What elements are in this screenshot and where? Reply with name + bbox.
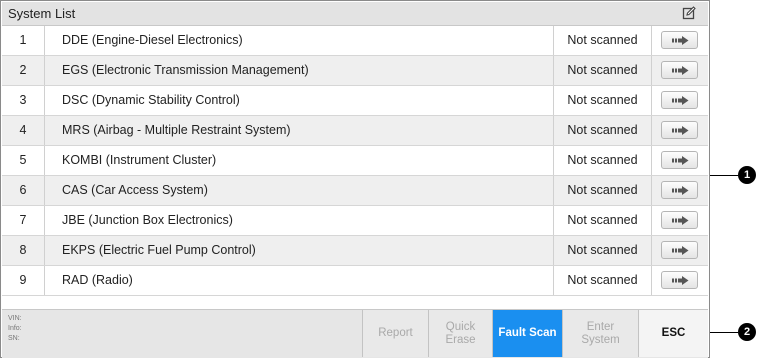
list-title: System List <box>8 6 76 21</box>
arrow-right-icon <box>672 66 689 75</box>
esc-button[interactable]: ESC <box>638 310 708 357</box>
table-row[interactable]: 7 JBE (Junction Box Electronics) Not scann… <box>2 206 708 236</box>
enter-system-label-2: System <box>581 333 620 346</box>
row-number: 4 <box>2 116 45 145</box>
row-action-cell <box>652 26 708 55</box>
table-row[interactable]: 3 DSC (Dynamic Stability Control) Not scan… <box>2 86 708 116</box>
table-row[interactable]: 4 MRS (Airbag - Multiple Restraint System… <box>2 116 708 146</box>
system-name: EKPS (Electric Fuel Pump Control) <box>44 236 554 265</box>
report-button[interactable]: Report <box>362 310 428 357</box>
scan-status: Not scanned <box>554 26 652 55</box>
row-action-cell <box>652 146 708 175</box>
vehicle-info: VIN: Info: SN: <box>8 314 22 344</box>
system-name: CAS (Car Access System) <box>44 176 554 205</box>
enter-system-arrow-button[interactable] <box>661 121 698 139</box>
system-table: 1 DDE (Engine-Diesel Electronics) Not scan… <box>2 26 708 296</box>
system-list-panel: System List 1 DDE (Engine-Diesel Electron… <box>0 0 710 358</box>
footer-buttons: Report Quick Erase Fault Scan Enter Syst… <box>362 310 708 357</box>
enter-system-arrow-button[interactable] <box>661 91 698 109</box>
scan-status: Not scanned <box>554 86 652 115</box>
info-label: Info: <box>8 325 22 332</box>
scan-status: Not scanned <box>554 266 652 295</box>
quick-erase-button[interactable]: Quick Erase <box>428 310 492 357</box>
row-number: 9 <box>2 266 45 295</box>
row-number: 8 <box>2 236 45 265</box>
enter-system-arrow-button[interactable] <box>661 181 698 199</box>
table-row[interactable]: 8 EKPS (Electric Fuel Pump Control) Not sc… <box>2 236 708 266</box>
quick-erase-label-1: Quick <box>445 320 476 333</box>
system-name: EGS (Electronic Transmission Management) <box>44 56 554 85</box>
arrow-right-icon <box>672 156 689 165</box>
scan-status: Not scanned <box>554 56 652 85</box>
report-button-label: Report <box>378 327 413 339</box>
row-action-cell <box>652 206 708 235</box>
system-name: DDE (Engine-Diesel Electronics) <box>44 26 554 55</box>
sn-label: SN: <box>8 335 20 342</box>
list-header: System List <box>2 2 708 26</box>
scan-status: Not scanned <box>554 146 652 175</box>
callout-line-2 <box>710 332 738 333</box>
arrow-right-icon <box>672 276 689 285</box>
arrow-right-icon <box>672 36 689 45</box>
row-action-cell <box>652 56 708 85</box>
row-number: 5 <box>2 146 45 175</box>
quick-erase-label-2: Erase <box>445 333 476 346</box>
enter-system-label-1: Enter <box>586 320 615 333</box>
row-number: 7 <box>2 206 45 235</box>
row-number: 1 <box>2 26 45 55</box>
arrow-right-icon <box>672 246 689 255</box>
table-row[interactable]: 2 EGS (Electronic Transmission Management… <box>2 56 708 86</box>
row-action-cell <box>652 116 708 145</box>
scan-status: Not scanned <box>554 116 652 145</box>
arrow-right-icon <box>672 126 689 135</box>
enter-system-arrow-button[interactable] <box>661 241 698 259</box>
enter-system-arrow-button[interactable] <box>661 271 698 289</box>
scan-status: Not scanned <box>554 206 652 235</box>
row-action-cell <box>652 176 708 205</box>
system-name: KOMBI (Instrument Cluster) <box>44 146 554 175</box>
row-action-cell <box>652 86 708 115</box>
row-action-cell <box>652 236 708 265</box>
scan-status: Not scanned <box>554 176 652 205</box>
arrow-right-icon <box>672 216 689 225</box>
table-row[interactable]: 9 RAD (Radio) Not scanned <box>2 266 708 296</box>
vin-label: VIN: <box>8 315 22 322</box>
enter-system-arrow-button[interactable] <box>661 211 698 229</box>
arrow-right-icon <box>672 96 689 105</box>
row-number: 6 <box>2 176 45 205</box>
callout-badge-2: 2 <box>738 323 756 341</box>
callout-badge-1: 1 <box>738 166 756 184</box>
enter-system-arrow-button[interactable] <box>661 61 698 79</box>
scan-status: Not scanned <box>554 236 652 265</box>
table-row[interactable]: 6 CAS (Car Access System) Not scanned <box>2 176 708 206</box>
system-name: JBE (Junction Box Electronics) <box>44 206 554 235</box>
edit-icon[interactable] <box>682 6 696 20</box>
fault-scan-label: Fault Scan <box>498 327 557 339</box>
row-action-cell <box>652 266 708 295</box>
footer-bar: VIN: Info: SN: Report Quick Erase Fault … <box>2 309 708 358</box>
enter-system-arrow-button[interactable] <box>661 31 698 49</box>
callout-line-1 <box>710 175 738 176</box>
system-name: RAD (Radio) <box>44 266 554 295</box>
enter-system-arrow-button[interactable] <box>661 151 698 169</box>
esc-label: ESC <box>661 327 686 339</box>
table-row[interactable]: 1 DDE (Engine-Diesel Electronics) Not scan… <box>2 26 708 56</box>
table-row[interactable]: 5 KOMBI (Instrument Cluster) Not scanned <box>2 146 708 176</box>
fault-scan-button[interactable]: Fault Scan <box>492 310 562 357</box>
system-name: MRS (Airbag - Multiple Restraint System) <box>44 116 554 145</box>
row-number: 3 <box>2 86 45 115</box>
arrow-right-icon <box>672 186 689 195</box>
system-name: DSC (Dynamic Stability Control) <box>44 86 554 115</box>
enter-system-button[interactable]: Enter System <box>562 310 638 357</box>
row-number: 2 <box>2 56 45 85</box>
